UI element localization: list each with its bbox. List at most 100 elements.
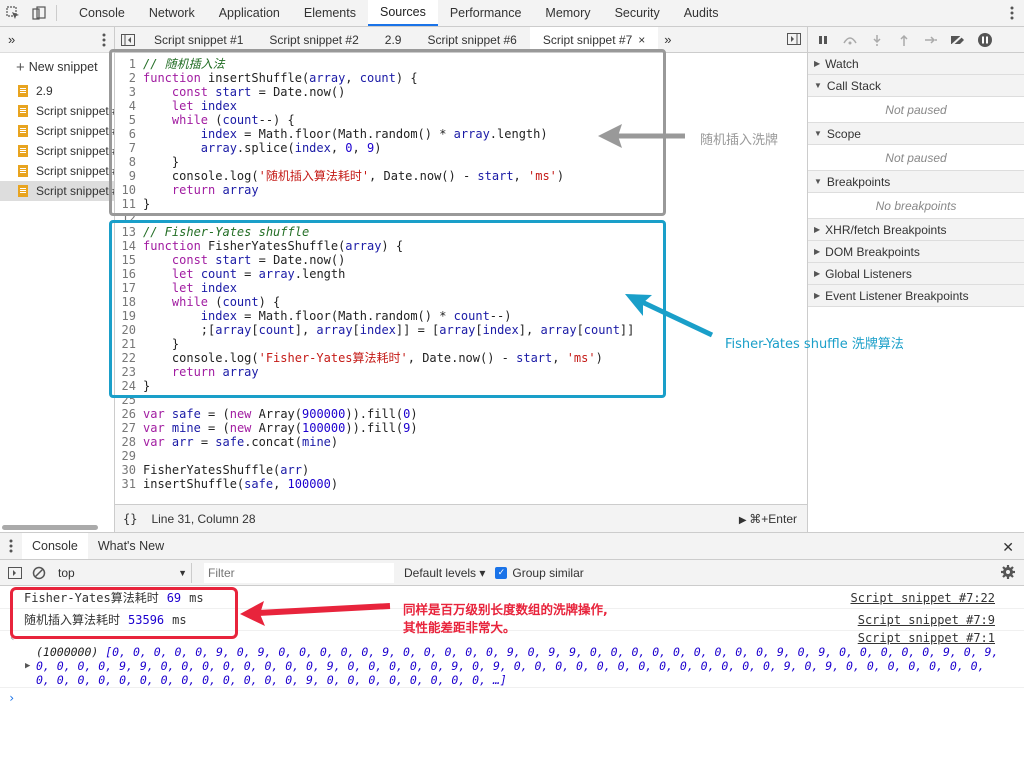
code-line[interactable]: 9 console.log('随机插入算法耗时', Date.now() - s… (115, 169, 808, 183)
tab-elements[interactable]: Elements (292, 0, 368, 26)
debugger-section-header[interactable]: ▶ Global Listeners (808, 263, 1024, 285)
code-line[interactable]: 30 FisherYatesShuffle(arr) (115, 463, 808, 477)
pause-icon[interactable] (814, 31, 832, 49)
line-number[interactable]: 10 (115, 183, 143, 197)
line-number[interactable]: 28 (115, 435, 143, 449)
code-line[interactable]: 13// Fisher-Yates shuffle (115, 225, 808, 239)
line-number[interactable]: 14 (115, 239, 143, 253)
step-out-icon[interactable] (895, 31, 913, 49)
step-icon[interactable] (922, 31, 940, 49)
line-number[interactable]: 1 (115, 57, 143, 71)
debugger-section-header[interactable]: ▶ Event Listener Breakpoints (808, 285, 1024, 307)
snippet-item[interactable]: Script snippet #1 (0, 101, 114, 121)
code-line[interactable]: 8 } (115, 155, 808, 169)
line-number[interactable]: 17 (115, 281, 143, 295)
filter-input[interactable] (204, 562, 394, 583)
tab-security[interactable]: Security (603, 0, 672, 26)
expand-chevron-icon[interactable]: » (8, 32, 15, 47)
code-line[interactable]: 16 let count = array.length (115, 267, 808, 281)
line-number[interactable]: 9 (115, 169, 143, 183)
message-source-link[interactable]: Script snippet #7:22 (851, 591, 996, 605)
snippet-item[interactable]: Script snippet #7 (0, 161, 114, 181)
line-number[interactable]: 11 (115, 197, 143, 211)
clear-console-icon[interactable] (32, 566, 46, 580)
editor-tab[interactable]: Script snippet #1 (141, 27, 256, 52)
gear-icon[interactable] (1000, 564, 1016, 583)
tab-performance[interactable]: Performance (438, 0, 534, 26)
code-line[interactable]: 15 const start = Date.now() (115, 253, 808, 267)
code-line[interactable]: 27 var mine = (new Array(100000)).fill(9) (115, 421, 808, 435)
line-number[interactable]: 19 (115, 309, 143, 323)
drawer-menu-icon[interactable] (0, 533, 22, 559)
expand-triangle-icon[interactable]: ▶ (25, 661, 30, 671)
run-snippet-button[interactable]: ▶ ⌘+Enter (739, 512, 797, 526)
code-editor[interactable]: 1// 随机插入法 2 function insertShuffle(array, … (115, 57, 808, 491)
line-number[interactable]: 24 (115, 379, 143, 393)
code-line[interactable]: 21 } (115, 337, 808, 351)
line-number[interactable]: 5 (115, 113, 143, 127)
editor-tab[interactable]: Script snippet #2 (256, 27, 371, 52)
line-number[interactable]: 31 (115, 477, 143, 491)
new-snippet-button[interactable]: + New snippet (0, 53, 114, 81)
snippet-item[interactable]: 2.9 (0, 81, 114, 101)
message-source-link[interactable]: Script snippet #7:1 (24, 631, 1024, 645)
context-select[interactable]: top ▼ (54, 562, 192, 583)
line-number[interactable]: 13 (115, 225, 143, 239)
line-number[interactable]: 15 (115, 253, 143, 267)
code-line[interactable]: 5 while (count--) { (115, 113, 808, 127)
line-number[interactable]: 25 (115, 393, 143, 407)
editor-tab[interactable]: Script snippet #7 × (529, 27, 659, 52)
more-options-icon[interactable] (1010, 6, 1014, 23)
code-line[interactable]: 29 (115, 449, 808, 463)
debugger-section-header[interactable]: ▼ Scope (808, 123, 1024, 145)
debugger-section-header[interactable]: ▶ Watch (808, 53, 1024, 75)
line-number[interactable]: 8 (115, 155, 143, 169)
line-number[interactable]: 26 (115, 407, 143, 421)
code-line[interactable]: 1// 随机插入法 (115, 57, 808, 71)
code-line[interactable]: 17 let index (115, 281, 808, 295)
toggle-debugger-icon[interactable] (787, 33, 801, 48)
code-line[interactable]: 10 return array (115, 183, 808, 197)
editor-tab[interactable]: Script snippet #6 (414, 27, 529, 52)
snippet-item[interactable]: Script snippet #7 (0, 181, 114, 201)
tab-console[interactable]: Console (67, 0, 137, 26)
editor-tab[interactable]: 2.9 (372, 27, 415, 52)
line-number[interactable]: 20 (115, 323, 143, 337)
line-number[interactable]: 21 (115, 337, 143, 351)
drawer-tab[interactable]: Console (22, 533, 88, 559)
line-number[interactable]: 23 (115, 365, 143, 379)
code-line[interactable]: 23 return array (115, 365, 808, 379)
code-line[interactable]: 31 insertShuffle(safe, 100000) (115, 477, 808, 491)
code-line[interactable]: 14 function FisherYatesShuffle(array) { (115, 239, 808, 253)
line-number[interactable]: 18 (115, 295, 143, 309)
close-tab-icon[interactable]: × (638, 33, 645, 47)
code-line[interactable]: 19 index = Math.floor(Math.random() * co… (115, 309, 808, 323)
code-line[interactable]: 26 var safe = (new Array(900000)).fill(0) (115, 407, 808, 421)
tab-network[interactable]: Network (137, 0, 207, 26)
inspect-element-icon[interactable] (0, 0, 26, 26)
pause-on-exceptions-icon[interactable] (976, 31, 994, 49)
line-number[interactable]: 12 (115, 211, 143, 225)
code-line[interactable]: 2 function insertShuffle(array, count) { (115, 71, 808, 85)
line-number[interactable]: 27 (115, 421, 143, 435)
deactivate-breakpoints-icon[interactable] (949, 31, 967, 49)
line-number[interactable]: 3 (115, 85, 143, 99)
debugger-section-header[interactable]: ▼ Breakpoints (808, 171, 1024, 193)
line-number[interactable]: 30 (115, 463, 143, 477)
more-tabs-icon[interactable]: » (658, 27, 677, 52)
pretty-print-button[interactable]: {} (123, 512, 137, 526)
code-line[interactable]: 11} (115, 197, 808, 211)
code-line[interactable]: 25 (115, 393, 808, 407)
line-number[interactable]: 2 (115, 71, 143, 85)
horizontal-scrollbar[interactable] (2, 525, 98, 530)
close-drawer-icon[interactable]: ✕ (1002, 539, 1014, 556)
device-toolbar-icon[interactable] (26, 0, 52, 26)
step-into-icon[interactable] (868, 31, 886, 49)
code-line[interactable]: 3 const start = Date.now() (115, 85, 808, 99)
console-prompt[interactable]: › (0, 688, 1024, 708)
group-similar-checkbox[interactable]: ✓ Group similar (495, 566, 584, 580)
code-line[interactable]: 18 while (count) { (115, 295, 808, 309)
line-number[interactable]: 4 (115, 99, 143, 113)
toggle-navigator-icon[interactable] (115, 27, 141, 52)
drawer-tab[interactable]: What's New (88, 533, 174, 559)
